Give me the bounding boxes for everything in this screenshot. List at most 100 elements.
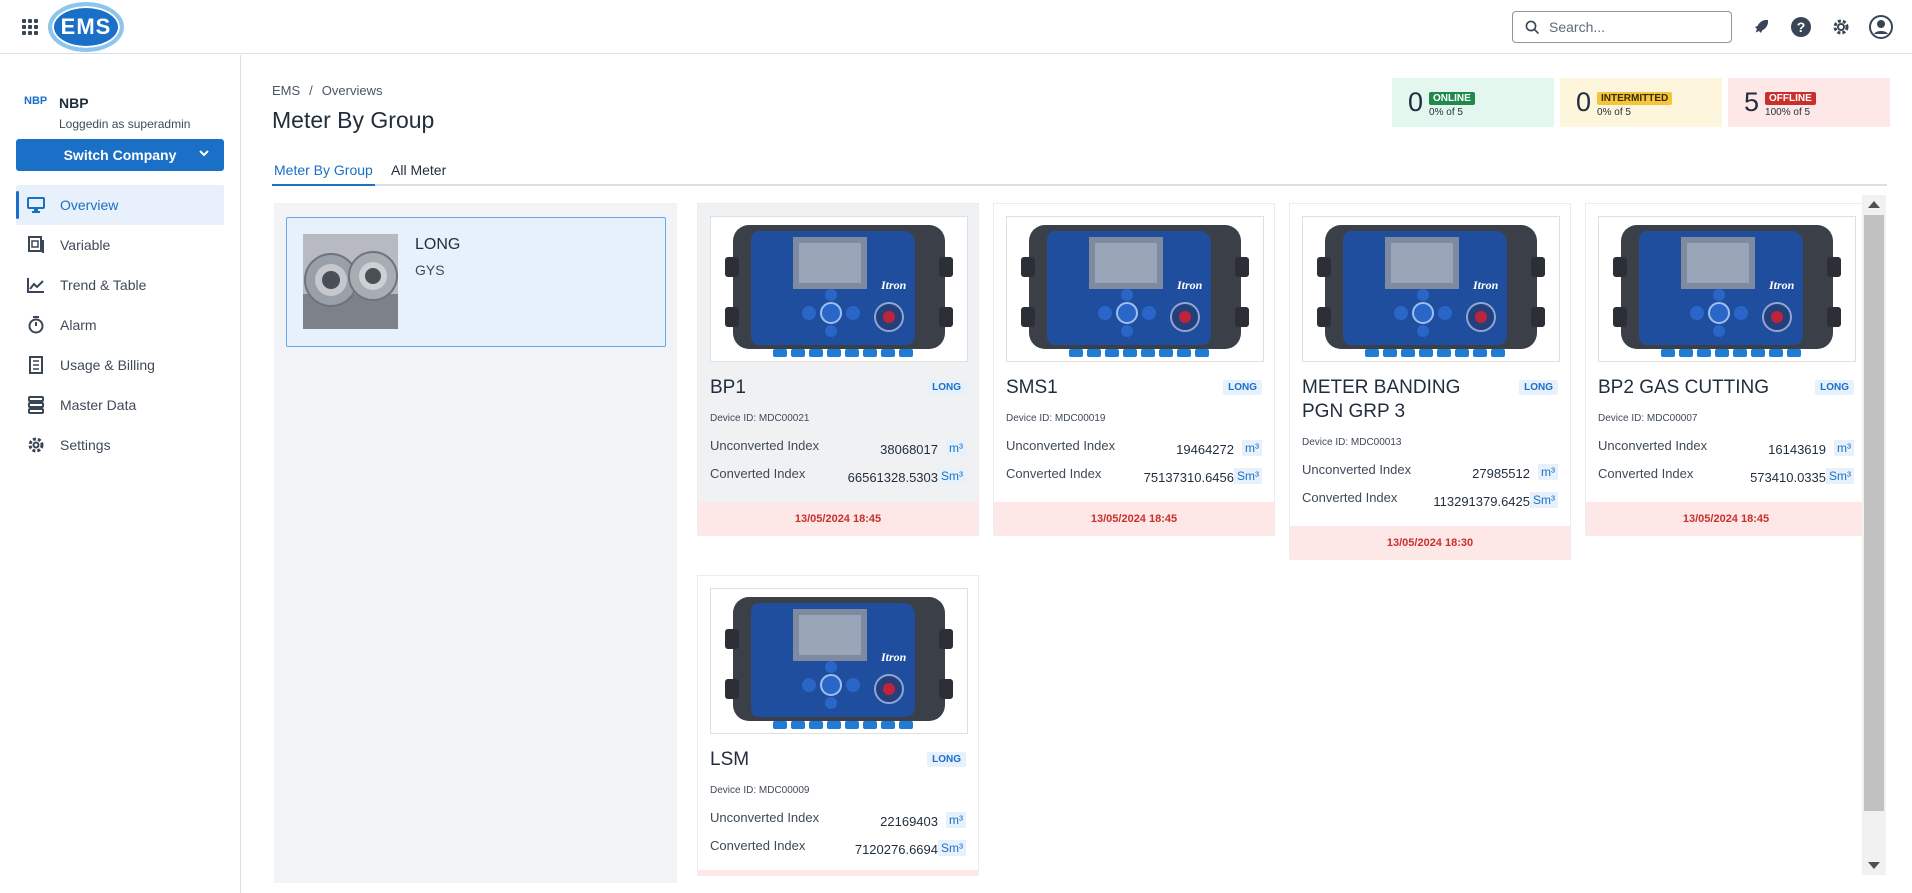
svg-text:Itron: Itron xyxy=(1176,278,1203,292)
variable-icon xyxy=(26,235,46,255)
status-intermitted-sub: 0% of 5 xyxy=(1597,106,1631,118)
converted-index-value: 7120276.6694 xyxy=(854,842,938,857)
tab-meter-by-group[interactable]: Meter By Group xyxy=(272,162,375,186)
meter-device-image: Itron xyxy=(710,588,968,734)
meter-card-sms1[interactable]: Itron SMS1 LONG Device ID: MDC00019 Unco… xyxy=(993,203,1275,536)
search-input[interactable] xyxy=(1549,19,1709,35)
meter-card-bp2-gas-cutting[interactable]: Itron BP2 GAS CUTTING LONG Device ID: MD… xyxy=(1585,203,1867,536)
svg-text:Itron: Itron xyxy=(880,650,907,664)
unconverted-index-value: 27985512 xyxy=(1472,466,1530,481)
unconverted-index-value: 22169403 xyxy=(880,814,938,829)
apps-grid-icon[interactable] xyxy=(22,19,38,35)
chevron-down-icon xyxy=(199,150,209,157)
unconverted-index-unit: m³ xyxy=(1242,440,1262,456)
search-box[interactable] xyxy=(1512,11,1732,43)
status-offline-card: 5 OFFLINE 100% of 5 xyxy=(1728,78,1890,127)
scroll-down-arrow[interactable] xyxy=(1868,862,1880,869)
meter-name: LSM xyxy=(710,749,750,770)
database-icon xyxy=(26,395,46,415)
meter-card-bp1[interactable]: Itron BP1 LONG Device ID: MDC00021 Uncon… xyxy=(697,203,979,536)
company-logo: NBP xyxy=(24,95,48,107)
meter-group-badge: LONG xyxy=(927,752,966,767)
breadcrumb-current[interactable]: Overviews xyxy=(322,83,383,98)
user-avatar-icon[interactable] xyxy=(1868,13,1894,41)
meter-card-lsm[interactable]: Itron LSM LONG Device ID: MDC00009 Uncon… xyxy=(697,575,979,876)
svg-text:Itron: Itron xyxy=(880,278,907,292)
help-icon[interactable]: ? xyxy=(1788,13,1814,41)
breadcrumb-root[interactable]: EMS xyxy=(272,83,300,98)
sidebar-item-trend-table[interactable]: Trend & Table xyxy=(16,265,224,305)
sidebar-item-master-data[interactable]: Master Data xyxy=(16,385,224,425)
group-name: LONG xyxy=(415,236,461,253)
scrollbar[interactable] xyxy=(1862,195,1886,875)
unconverted-index-value: 19464272 xyxy=(1176,442,1234,457)
meter-group-badge: LONG xyxy=(927,380,966,395)
switch-company-button[interactable]: Switch Company xyxy=(16,139,224,171)
converted-index-label: Converted Index xyxy=(1598,466,1694,481)
status-intermitted-card: 0 INTERMITTED 0% of 5 xyxy=(1560,78,1722,127)
sidebar-item-label: Master Data xyxy=(60,397,137,413)
sidebar-item-alarm[interactable]: Alarm xyxy=(16,305,224,345)
tab-all-meter[interactable]: All Meter xyxy=(391,162,446,178)
meter-name: METER BANDING PGN GRP 3 xyxy=(1302,377,1461,422)
status-intermitted-count: 0 xyxy=(1576,87,1592,117)
meter-group-badge: LONG xyxy=(1223,380,1262,395)
status-online-card: 0 ONLINE 0% of 5 xyxy=(1392,78,1554,127)
rocket-icon[interactable] xyxy=(1748,13,1774,41)
converted-index-value: 113291379.6425 xyxy=(1433,494,1530,509)
meter-card-meter-banding-pgn-grp-3[interactable]: Itron METER BANDING PGN GRP 3 LONG Devic… xyxy=(1289,203,1571,560)
unconverted-index-row: Unconverted Index 38068017 m³ xyxy=(710,438,966,460)
status-offline-badge: OFFLINE xyxy=(1765,91,1816,105)
last-update-timestamp: 13/05/2024 18:45 xyxy=(698,502,978,536)
svg-text:Itron: Itron xyxy=(1768,278,1795,292)
unconverted-index-row: Unconverted Index 19464272 m³ xyxy=(1006,438,1262,460)
sidebar-item-label: Trend & Table xyxy=(60,277,147,293)
meter-device-image: Itron xyxy=(1598,216,1856,362)
sidebar-item-label: Variable xyxy=(60,237,111,253)
sidebar-item-settings[interactable]: Settings xyxy=(16,425,224,465)
status-intermitted-badge: INTERMITTED xyxy=(1597,91,1673,105)
scrollbar-thumb[interactable] xyxy=(1864,215,1884,811)
meter-device-image: Itron xyxy=(1006,216,1264,362)
sidebar-item-label: Settings xyxy=(60,437,111,453)
unconverted-index-row: Unconverted Index 27985512 m³ xyxy=(1302,462,1558,484)
converted-index-label: Converted Index xyxy=(710,466,806,481)
company-name: NBP xyxy=(59,95,89,111)
converted-index-row: Converted Index 66561328.5303 Sm³ xyxy=(710,466,966,488)
ems-logo[interactable]: EMS xyxy=(48,2,124,52)
sidebar-item-usage-billing[interactable]: Usage & Billing xyxy=(16,345,224,385)
converted-index-value: 75137310.6456 xyxy=(1143,470,1234,485)
svg-text:Itron: Itron xyxy=(1472,278,1499,292)
converted-index-value: 66561328.5303 xyxy=(847,470,938,485)
gear-icon xyxy=(26,435,46,455)
converted-index-label: Converted Index xyxy=(710,838,806,853)
unconverted-index-label: Unconverted Index xyxy=(1598,438,1708,453)
status-offline-sub: 100% of 5 xyxy=(1765,106,1811,118)
group-card-long[interactable]: LONG GYS xyxy=(286,217,666,347)
steel-coil-image xyxy=(303,234,398,329)
unconverted-index-unit: m³ xyxy=(1834,440,1854,456)
converted-index-unit: Sm³ xyxy=(938,468,966,484)
view-tabs: Meter By Group All Meter xyxy=(272,158,1887,186)
meter-device-id: Device ID: MDC00007 xyxy=(1598,413,1698,424)
meter-device-id: Device ID: MDC00013 xyxy=(1302,437,1402,448)
unconverted-index-value: 16143619 xyxy=(1768,442,1826,457)
unconverted-index-label: Unconverted Index xyxy=(710,438,820,453)
converted-index-value: 573410.0335 xyxy=(1750,470,1826,485)
unconverted-index-row: Unconverted Index 22169403 m³ xyxy=(710,810,966,832)
sidebar-item-variable[interactable]: Variable xyxy=(16,225,224,265)
gear-icon[interactable] xyxy=(1828,13,1854,41)
logged-in-as: Loggedin as superadmin xyxy=(59,117,191,131)
converted-index-label: Converted Index xyxy=(1006,466,1102,481)
meter-device-image: Itron xyxy=(1302,216,1560,362)
unconverted-index-row: Unconverted Index 16143619 m³ xyxy=(1598,438,1854,460)
converted-index-unit: Sm³ xyxy=(1530,492,1558,508)
sidebar-item-label: Alarm xyxy=(60,317,97,333)
converted-index-row: Converted Index 75137310.6456 Sm³ xyxy=(1006,466,1262,488)
sidebar-item-overview[interactable]: Overview xyxy=(16,185,224,225)
svg-text:?: ? xyxy=(1797,19,1806,35)
meter-device-id: Device ID: MDC00019 xyxy=(1006,413,1106,424)
status-online-count: 0 xyxy=(1408,87,1424,117)
stopwatch-icon xyxy=(26,315,46,335)
scroll-up-arrow[interactable] xyxy=(1868,201,1880,208)
